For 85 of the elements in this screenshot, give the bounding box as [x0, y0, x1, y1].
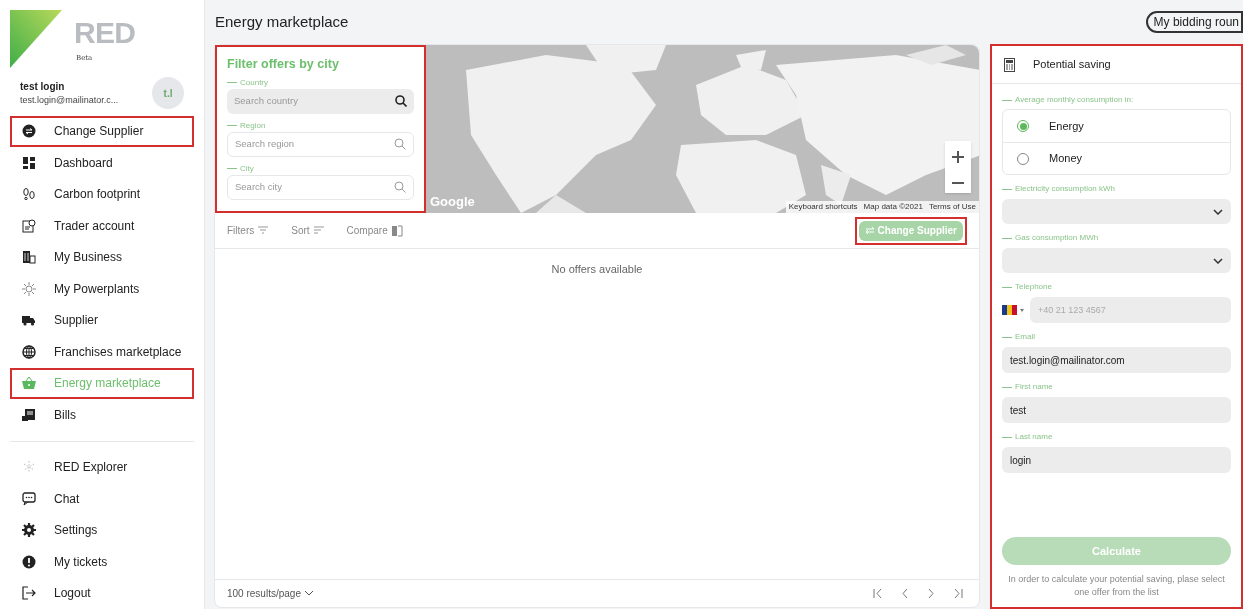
- page-size-dropdown[interactable]: 100 results/page: [227, 586, 313, 601]
- field-label: Country: [240, 78, 268, 87]
- field-label: Gas consumption MWh: [1015, 234, 1099, 242]
- nav-item[interactable]: Franchises marketplace: [10, 336, 194, 368]
- nav-item[interactable]: Bills: [10, 399, 194, 431]
- toolbar-button[interactable]: Filters: [227, 223, 270, 238]
- sort-icon: [312, 224, 325, 237]
- field-label: Electricity consumption kWh: [1015, 185, 1116, 193]
- field-label: Telephone: [1015, 283, 1052, 291]
- phone-field[interactable]: +40 21 123 4567: [1030, 297, 1231, 323]
- building-icon: [22, 250, 36, 265]
- nav-item[interactable]: Chat: [10, 483, 194, 515]
- next-page-icon[interactable]: [928, 589, 934, 598]
- filter-title: Filter offers by city: [227, 56, 340, 73]
- nav-item[interactable]: My tickets: [10, 546, 194, 578]
- select-field[interactable]: [1002, 199, 1231, 224]
- text-field[interactable]: test.login@mailinator.com: [1002, 347, 1231, 373]
- chat-icon: [22, 491, 36, 506]
- search-icon: [395, 95, 407, 108]
- filter-icon: [257, 224, 270, 237]
- field-label: Region: [240, 121, 266, 130]
- search-icon: [394, 138, 406, 151]
- bidding-round-button[interactable]: My bidding roun: [1145, 11, 1243, 33]
- swap-icon: [864, 226, 875, 235]
- nav-item[interactable]: Logout: [10, 577, 194, 609]
- toolbar-button[interactable]: Compare: [346, 223, 403, 238]
- field-label: First name: [1015, 383, 1053, 391]
- nav-item[interactable]: Change Supplier: [10, 115, 194, 147]
- receipt-icon: [22, 407, 36, 422]
- text-field[interactable]: test: [1002, 397, 1231, 423]
- search-icon: [394, 181, 406, 194]
- logo-text: RED: [74, 18, 136, 48]
- text-field[interactable]: login: [1002, 447, 1231, 473]
- settings-icon: [22, 523, 36, 538]
- last-page-icon[interactable]: [954, 589, 963, 598]
- hint-text: In order to calculate your potential saving, plase select one offer from the list: [1007, 573, 1226, 599]
- field-label: Average monthly consumption in:: [1015, 96, 1134, 104]
- page-title: Energy marketplace: [215, 11, 349, 32]
- nav-item[interactable]: Supplier: [10, 304, 194, 336]
- panel-title: Potential saving: [1033, 57, 1111, 73]
- logout-icon: [22, 586, 36, 601]
- user-email: test.login@mailinator.c...: [20, 93, 119, 107]
- field-label: Last name: [1015, 433, 1053, 441]
- nav-item[interactable]: My Business: [10, 241, 194, 273]
- nav-item[interactable]: Settings: [10, 514, 194, 546]
- chevron-down-icon: [304, 591, 313, 596]
- nav-item[interactable]: RED Explorer: [10, 451, 194, 483]
- zoom-out-icon[interactable]: [952, 181, 964, 184]
- sun-icon: [22, 281, 36, 296]
- dashboard-icon: [22, 155, 36, 170]
- empty-message: No offers available: [551, 262, 643, 275]
- basket-icon: [22, 376, 36, 391]
- chevron-down-icon: [1213, 208, 1223, 215]
- snowflake-icon: [22, 460, 36, 475]
- chevron-down-icon: [1213, 257, 1223, 264]
- nav-item[interactable]: Trader account: [10, 210, 194, 242]
- zoom-in-icon[interactable]: [952, 150, 964, 163]
- compare-icon: [390, 224, 403, 237]
- flag-icon: [1002, 305, 1017, 315]
- truck-icon: [22, 313, 36, 328]
- caret-icon: [1020, 308, 1024, 312]
- globe-icon: [22, 344, 36, 359]
- map-attribution-link[interactable]: Map data ©2021: [860, 201, 926, 213]
- select-field[interactable]: [1002, 248, 1231, 273]
- map-attribution-link[interactable]: Terms of Use: [925, 201, 979, 213]
- swap-circle-icon: [22, 124, 36, 139]
- previous-page-icon[interactable]: [902, 589, 908, 598]
- map-attribution-link[interactable]: Keyboard shortcuts: [785, 201, 861, 213]
- alert-icon: [22, 554, 36, 569]
- user-name: test login: [20, 79, 66, 94]
- toolbar-button[interactable]: Sort: [291, 223, 325, 238]
- first-page-icon[interactable]: [873, 589, 882, 598]
- field-label: City: [240, 164, 254, 173]
- map-logo-text: Google: [430, 192, 475, 211]
- nav-item[interactable]: Carbon footprint: [10, 178, 194, 210]
- nav-item[interactable]: Dashboard: [10, 147, 194, 179]
- profile-card-icon: [22, 218, 36, 233]
- nav-item[interactable]: My Powerplants: [10, 273, 194, 305]
- radio-option[interactable]: Energy: [1003, 110, 1230, 142]
- calculator-icon: [1004, 57, 1015, 72]
- radio-option[interactable]: Money: [1003, 142, 1230, 174]
- logo-triangle-icon: [10, 10, 62, 68]
- footprints-icon: [22, 187, 36, 202]
- country-selector[interactable]: [1002, 305, 1024, 315]
- field-label: Email: [1015, 333, 1035, 341]
